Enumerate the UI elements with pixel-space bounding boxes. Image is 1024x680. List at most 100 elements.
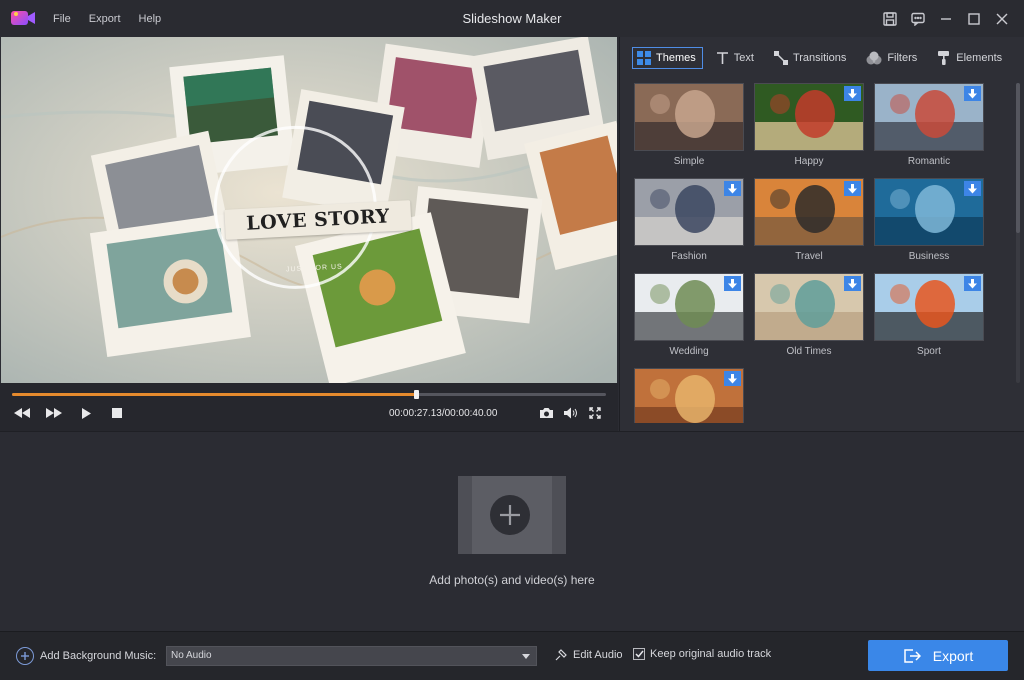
maximize-icon[interactable] <box>960 5 988 33</box>
text-t-icon <box>716 51 729 65</box>
theme-thumbnail[interactable]: Travel <box>754 178 864 268</box>
theme-preview-image <box>634 273 744 341</box>
close-icon[interactable] <box>988 5 1016 33</box>
add-media-button[interactable] <box>458 476 566 554</box>
theme-label: Happy <box>794 156 824 167</box>
tab-themes[interactable]: Themes <box>632 47 703 69</box>
theme-label: Fashion <box>671 251 707 262</box>
tab-elements[interactable]: Elements <box>932 47 1009 69</box>
snapshot-camera-icon[interactable] <box>537 405 555 421</box>
theme-preview-image <box>874 178 984 246</box>
menu-file[interactable]: File <box>53 13 71 25</box>
edit-audio-label: Edit Audio <box>573 649 623 661</box>
media-library: Add photo(s) and video(s) here <box>0 431 1024 631</box>
plus-icon <box>490 495 530 535</box>
download-icon[interactable] <box>964 181 981 196</box>
tab-text[interactable]: Text <box>711 47 761 69</box>
theme-label: Romantic <box>907 156 951 167</box>
theme-thumbnail[interactable] <box>634 368 744 423</box>
progress-bar[interactable] <box>12 390 606 399</box>
theme-thumbnail[interactable]: Sport <box>874 273 984 363</box>
theme-thumbnail[interactable]: Old Times <box>754 273 864 363</box>
menu-bar: File Export Help <box>44 0 170 37</box>
theme-preview-image <box>634 368 744 423</box>
theme-label: Travel <box>795 251 823 262</box>
menu-export[interactable]: Export <box>89 13 121 25</box>
theme-preview-image <box>634 178 744 246</box>
theme-thumbnail[interactable]: Fashion <box>634 178 744 268</box>
app-logo-icon <box>11 11 35 25</box>
download-icon[interactable] <box>724 276 741 291</box>
theme-label: Old Times <box>786 346 832 357</box>
fullscreen-icon[interactable] <box>586 405 604 421</box>
theme-thumbnail[interactable]: Business <box>874 178 984 268</box>
theme-scrollbar[interactable] <box>1016 83 1020 383</box>
theme-label: Simple <box>673 156 705 167</box>
title-bar: File Export Help Slideshow Maker <box>0 0 1024 37</box>
transitions-icon <box>773 51 788 65</box>
keep-audio-label: Keep original audio track <box>650 648 772 660</box>
progress-fill <box>12 393 416 396</box>
filters-circles-icon <box>866 51 882 65</box>
theme-thumbnail[interactable]: Happy <box>754 83 864 173</box>
tab-label: Themes <box>656 52 696 64</box>
export-label: Export <box>932 647 974 664</box>
theme-preview-image <box>874 273 984 341</box>
love-story-title: LOVE STORY <box>211 197 421 243</box>
theme-thumbnail[interactable]: Wedding <box>634 273 744 363</box>
minimize-icon[interactable] <box>932 5 960 33</box>
theme-label: Sport <box>917 346 941 357</box>
background-music-label: Add Background Music: <box>40 650 157 662</box>
download-icon[interactable] <box>964 86 981 101</box>
keep-audio-checkbox[interactable] <box>633 648 645 660</box>
tab-filters[interactable]: Filters <box>861 47 924 69</box>
theme-preview-image <box>634 83 744 151</box>
film-perforation-right <box>552 476 566 554</box>
theme-thumbnail[interactable]: Simple <box>634 83 744 173</box>
download-icon[interactable] <box>964 276 981 291</box>
download-icon[interactable] <box>844 276 861 291</box>
edit-audio-button[interactable]: Edit Audio <box>554 648 623 662</box>
rewind-icon[interactable] <box>13 405 31 421</box>
add-music-icon[interactable] <box>16 647 34 665</box>
scrollbar-thumb[interactable] <box>1016 83 1020 233</box>
chevron-down-icon <box>522 654 530 659</box>
progress-handle[interactable] <box>413 390 419 399</box>
title-banner: LOVE STORY <box>224 200 412 240</box>
theme-thumbnail[interactable]: Romantic <box>874 83 984 173</box>
stop-icon[interactable] <box>108 405 126 421</box>
audio-select-value: No Audio <box>171 650 212 661</box>
theme-preview-image <box>874 83 984 151</box>
download-icon[interactable] <box>724 371 741 386</box>
audio-select[interactable]: No Audio <box>166 646 537 666</box>
bottom-bar: Add Background Music: No Audio Edit Audi… <box>0 631 1024 680</box>
theme-preview-image <box>754 178 864 246</box>
theme-label: Wedding <box>669 346 709 357</box>
play-icon[interactable] <box>77 405 95 421</box>
feedback-icon[interactable] <box>904 5 932 33</box>
theme-grid: Simple Happy Romantic Fashion Travel Business… <box>634 83 1004 423</box>
themes-grid-icon <box>637 51 651 65</box>
keep-audio-toggle[interactable]: Keep original audio track <box>633 648 771 660</box>
theme-preview-image <box>754 273 864 341</box>
checkmark-icon <box>634 650 644 658</box>
effects-panel: Themes Text Transitions Filters Elements… <box>619 37 1024 431</box>
volume-icon[interactable] <box>561 405 579 421</box>
menu-help[interactable]: Help <box>139 13 162 25</box>
download-icon[interactable] <box>724 181 741 196</box>
tab-transitions[interactable]: Transitions <box>769 47 853 69</box>
window-controls <box>876 0 1016 37</box>
love-story-text: LOVE STORY <box>245 205 391 235</box>
theme-preview-image <box>754 83 864 151</box>
player-controls: 00:00:27.13/00:00:40.00 <box>0 383 618 431</box>
video-preview[interactable]: LOVE STORY JUST FOR US <box>1 37 617 383</box>
add-media-label: Add photo(s) and video(s) here <box>429 573 595 587</box>
download-icon[interactable] <box>844 86 861 101</box>
timecode: 00:00:27.13/00:00:40.00 <box>389 408 498 419</box>
film-perforation-left <box>458 476 472 554</box>
tab-label: Text <box>733 52 754 64</box>
export-button[interactable]: Export <box>868 640 1008 671</box>
fast-forward-icon[interactable] <box>45 405 63 421</box>
download-icon[interactable] <box>844 181 861 196</box>
save-icon[interactable] <box>876 5 904 33</box>
